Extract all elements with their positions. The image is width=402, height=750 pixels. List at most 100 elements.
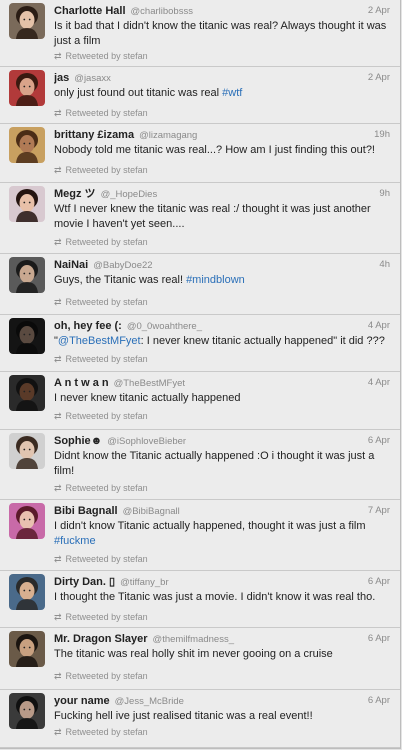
tweet-header: NaiNai @BabyDoe22 [54,258,390,273]
user-name[interactable]: your name [54,695,110,707]
tweet-timestamp[interactable]: 4 Apr [368,320,390,331]
tweet-timestamp[interactable]: 19h [374,129,390,140]
user-name[interactable]: Dirty Dan. ▯ [54,576,115,588]
user-handle[interactable]: @BabyDoe22 [93,260,152,271]
retweet-context[interactable]: ⇄ Retweeted by stefan [54,296,148,308]
user-handle[interactable]: @_HopeDies [101,189,158,200]
user-handle[interactable]: @iSophloveBieber [107,436,186,447]
avatar[interactable] [9,375,45,411]
tweet-header: Bibi Bagnall @BibiBagnall [54,504,390,519]
tweet-text-part: I thought the Titanic was just a movie. … [54,591,376,603]
retweeted-by-label: Retweeted by stefan [65,727,148,737]
tweet-item[interactable]: jas @jasaxx 2 Apr only just found out titan… [0,67,400,124]
user-handle[interactable]: @lizamagang [139,130,197,141]
retweet-icon: ⇄ [54,108,62,118]
user-name[interactable]: NaiNai [54,259,88,271]
user-handle[interactable]: @BibiBagnall [123,506,180,517]
tweet-item[interactable]: NaiNai @BabyDoe22 4h Guys, the Titanic was … [0,254,400,315]
hashtag-link[interactable]: #fuckme [54,535,96,547]
retweet-context[interactable]: ⇄ Retweeted by stefan [54,611,148,623]
tweet-timestamp[interactable]: 7 Apr [368,505,390,516]
avatar[interactable] [9,503,45,539]
avatar[interactable] [9,257,45,293]
user-handle[interactable]: @0_0woahthere_ [127,321,202,332]
avatar[interactable] [9,127,45,163]
tweet-header: jas @jasaxx [54,71,390,86]
tweet-item[interactable]: Megz ツ @_HopeDies 9h Wtf I never knew the t… [0,183,400,254]
retweet-context[interactable]: ⇄ Retweeted by stefan [54,553,148,565]
user-handle[interactable]: @tiffany_br [120,577,169,588]
tweet-timestamp[interactable]: 4 Apr [368,377,390,388]
tweet-item[interactable]: Charlotte Hall @charlibobsss 2 Apr Is it ba… [0,0,400,67]
user-name[interactable]: Megz ツ [54,188,96,200]
tweet-item[interactable]: Mr. Dragon Slayer @themilfmadness_ 6 Apr Th… [0,628,400,690]
tweet-header: brittany £izama @lizamagang [54,128,390,143]
retweet-icon: ⇄ [54,554,62,564]
user-name[interactable]: A n t w a n [54,377,109,389]
tweet-timestamp[interactable]: 6 Apr [368,435,390,446]
user-handle[interactable]: @TheBestMFyet [114,378,185,389]
retweeted-by-label: Retweeted by stefan [65,554,148,564]
avatar[interactable] [9,70,45,106]
hashtag-link[interactable]: #wtf [222,87,242,99]
retweet-icon: ⇄ [54,612,62,622]
tweet-text: Fucking hell ive just realised titanic w… [54,709,388,724]
avatar[interactable] [9,574,45,610]
avatar[interactable] [9,318,45,354]
tweet-timestamp[interactable]: 2 Apr [368,72,390,83]
tweet-item[interactable]: A n t w a n @TheBestMFyet 4 Apr I never kne… [0,372,400,430]
tweet-item[interactable]: oh, hey fee (: @0_0woahthere_ 4 Apr "@TheBe… [0,315,400,372]
retweet-context[interactable]: ⇄ Retweeted by stefan [54,164,148,176]
tweet-header: oh, hey fee (: @0_0woahthere_ [54,319,390,334]
hashtag-link[interactable]: #mindblown [186,274,245,286]
tweet-text: I didn't know Titanic actually happened,… [54,519,388,548]
tweet-item[interactable]: Sophie☻ @iSophloveBieber 6 Apr Didnt know t… [0,430,400,500]
user-handle[interactable]: @themilfmadness_ [153,634,234,645]
retweeted-by-label: Retweeted by stefan [65,237,148,247]
avatar[interactable] [9,693,45,729]
tweet-item[interactable]: Bibi Bagnall @BibiBagnall 7 Apr I didn't kn… [0,500,400,571]
tweet-text: Nobody told me titanic was real...? How … [54,143,388,158]
tweet-item[interactable]: your name @Jess_McBride 6 Apr Fucking hell … [0,690,400,748]
user-name[interactable]: Mr. Dragon Slayer [54,633,148,645]
retweet-context[interactable]: ⇄ Retweeted by stefan [54,482,148,494]
user-name[interactable]: brittany £izama [54,129,134,141]
avatar[interactable] [9,3,45,39]
user-name[interactable]: jas [54,72,69,84]
tweet-timestamp[interactable]: 6 Apr [368,576,390,587]
tweet-header: Megz ツ @_HopeDies [54,187,390,202]
tweet-timestamp[interactable]: 4h [379,259,390,270]
retweeted-by-label: Retweeted by stefan [65,297,148,307]
user-name[interactable]: Charlotte Hall [54,5,126,17]
retweet-context[interactable]: ⇄ Retweeted by stefan [54,670,148,682]
avatar[interactable] [9,433,45,469]
user-handle[interactable]: @Jess_McBride [115,696,184,707]
retweet-context[interactable]: ⇄ Retweeted by stefan [54,50,148,62]
tweet-text-part: Is it bad that I didn't know the titanic… [54,20,387,47]
user-name[interactable]: Sophie☻ [54,435,102,447]
tweet-text: The titanic was real holly shit im never… [54,647,388,662]
user-name[interactable]: Bibi Bagnall [54,505,118,517]
retweet-context[interactable]: ⇄ Retweeted by stefan [54,410,148,422]
avatar[interactable] [9,631,45,667]
tweet-item[interactable]: brittany £izama @lizamagang 19h Nobody told… [0,124,400,183]
user-name[interactable]: oh, hey fee (: [54,320,122,332]
retweet-context[interactable]: ⇄ Retweeted by stefan [54,726,148,738]
user-handle[interactable]: @jasaxx [74,73,111,84]
tweet-timestamp[interactable]: 9h [379,188,390,199]
tweet-header: Mr. Dragon Slayer @themilfmadness_ [54,632,390,647]
mention-link[interactable]: @TheBestMFyet [58,335,141,347]
tweet-text: Guys, the Titanic was real! #mindblown [54,273,388,288]
avatar[interactable] [9,186,45,222]
user-handle[interactable]: @charlibobsss [131,6,193,17]
tweet-text: Is it bad that I didn't know the titanic… [54,19,388,48]
retweet-context[interactable]: ⇄ Retweeted by stefan [54,353,148,365]
tweet-text: Wtf I never knew the titanic was real :/… [54,202,388,231]
tweet-item[interactable]: Dirty Dan. ▯ @tiffany_br 6 Apr I thought th… [0,571,400,628]
retweet-context[interactable]: ⇄ Retweeted by stefan [54,107,148,119]
retweet-context[interactable]: ⇄ Retweeted by stefan [54,236,148,248]
tweet-timestamp[interactable]: 2 Apr [368,5,390,16]
tweet-timestamp[interactable]: 6 Apr [368,695,390,706]
tweet-text: "@TheBestMFyet: I never knew titanic act… [54,334,388,349]
tweet-timestamp[interactable]: 6 Apr [368,633,390,644]
